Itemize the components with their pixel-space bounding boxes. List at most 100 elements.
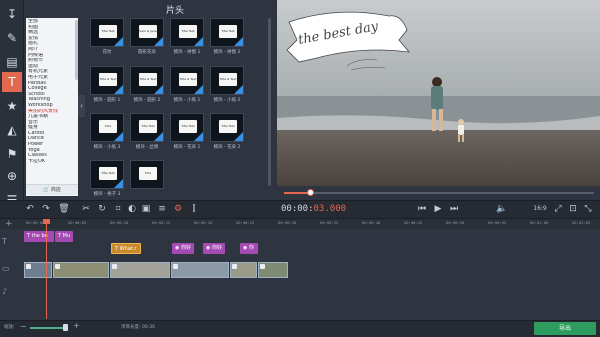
redo-icon[interactable]: ↷ [40, 203, 52, 215]
overlay-sticker-clip[interactable]: ◉ 你好 [172, 243, 194, 254]
title-thumbnail[interactable]: Title Text [90, 160, 124, 189]
titles-icon[interactable]: T [2, 72, 22, 92]
title-clip[interactable]: T Mu [55, 231, 73, 242]
seek-handle[interactable] [307, 189, 314, 196]
video-track-icon: ▭ [2, 264, 10, 273]
crop-icon[interactable]: ⌗ [112, 203, 124, 215]
video-clip[interactable] [171, 262, 229, 278]
title-thumbnail[interactable]: Title & Text [90, 66, 124, 95]
grid-scrollbar[interactable] [268, 18, 271, 186]
import-icon[interactable]: ↧ [2, 4, 22, 24]
category-scrollbar[interactable] [75, 20, 78, 80]
title-thumbnail[interactable]: Title Text [170, 18, 204, 47]
download-badge-icon [234, 132, 243, 141]
ruler-tick-label: 00:00:00 [26, 220, 45, 225]
overlay-title-clip[interactable]: T What.r [111, 243, 141, 254]
download-badge-icon [194, 132, 203, 141]
download-badge-icon [114, 179, 123, 188]
title-thumbnail[interactable]: Title & Text [130, 66, 164, 95]
playhead[interactable] [43, 219, 50, 319]
overlay-sticker-clip[interactable]: ◉ 你 [240, 243, 258, 254]
cut-icon[interactable]: ✂ [80, 203, 92, 215]
title-clip[interactable]: T the be [24, 231, 54, 242]
add-track-icon[interactable]: + [5, 219, 13, 229]
overlay-clip-label: What.r [119, 246, 137, 252]
ruler-tick-label: 00:00:05 [68, 220, 87, 225]
film-strip-icon[interactable]: ▤ [2, 52, 22, 72]
image-icon[interactable]: ▣ [140, 203, 152, 215]
cart-icon: 🛒 [43, 187, 51, 193]
title-thumbnail[interactable]: Title Text [170, 113, 204, 142]
ruler-tick-label: 00:00:20 [194, 220, 213, 225]
snapshot-icon[interactable]: ⊡ [567, 203, 579, 215]
zoom-slider-handle[interactable] [63, 324, 68, 331]
aspect-ratio-button[interactable]: 16:9 [532, 203, 548, 215]
video-clip[interactable] [258, 262, 288, 278]
video-clip[interactable] [110, 262, 170, 278]
title-track-icon: T [2, 237, 7, 246]
collapse-panel-button[interactable]: ‹ [78, 95, 85, 117]
title-thumbnail[interactable]: Title [130, 160, 164, 189]
detach-preview-icon[interactable]: ⤢ [552, 203, 564, 215]
volume-icon[interactable]: 🔈 [496, 203, 508, 215]
stickers-icon[interactable]: ★ [2, 96, 22, 116]
download-badge-icon [194, 85, 203, 94]
delete-icon[interactable]: 🗑 [58, 203, 70, 215]
audio-track-icon: ♪ [2, 287, 8, 296]
title-thumbnail[interactable]: Title & Text [170, 66, 204, 95]
video-preview: the best day [277, 0, 600, 186]
title-thumbnail[interactable]: Title Text [130, 113, 164, 142]
zoom-out-icon[interactable]: − [20, 322, 27, 331]
download-badge-icon [154, 85, 163, 94]
thumbnail-label: 模块 - 圆形 2 [133, 98, 161, 103]
download-badge-icon [114, 85, 123, 94]
previous-frame-icon[interactable]: ⏮ [416, 203, 428, 215]
overlay-sticker-clip[interactable]: ◉ 你好 [203, 243, 225, 254]
title-thumbnail[interactable]: Title Text [210, 18, 244, 47]
overlay-clip-label: 你好 [211, 245, 222, 251]
fullscreen-icon[interactable]: ⤡ [582, 203, 594, 215]
export-button[interactable]: 导出 [534, 322, 596, 335]
playhead-handle[interactable] [43, 219, 50, 224]
rotate-icon[interactable]: ↻ [96, 203, 108, 215]
title-thumbnail[interactable]: Title Text [90, 18, 124, 47]
timecode-value: 03.000 [313, 204, 347, 214]
color-adjust-icon[interactable]: ◐ [126, 203, 138, 215]
ruler-tick-label: 00:00:30 [278, 220, 297, 225]
title-thumbnail[interactable]: Sam & Jane [130, 18, 164, 47]
audio-properties-icon[interactable]: ≡ [156, 203, 168, 215]
title-thumbnail[interactable]: Title Text [210, 113, 244, 142]
preview-image: the best day [277, 0, 600, 186]
download-badge-icon [234, 85, 243, 94]
ruler-tick-label: 00:00:10 [110, 220, 129, 225]
shop-button[interactable]: 🛒 商店 [26, 184, 78, 195]
timeline-ruler[interactable]: 00:00:00 00:00:05 00:00:10 00:00:15 00:00:20… [0, 219, 600, 229]
transitions-icon[interactable]: ◭ [2, 120, 22, 140]
overlay-clip-label: 你 [248, 245, 254, 251]
zoom-icon[interactable]: ⊕ [2, 166, 22, 186]
undo-icon[interactable]: ↶ [24, 203, 36, 215]
category-item[interactable]: 卡拉OK [28, 159, 76, 165]
audio-meter-icon[interactable]: ⫿ [188, 203, 200, 215]
video-clip[interactable] [24, 262, 52, 278]
thumbnail-label: 模块 - 小纸 2 [213, 98, 241, 103]
next-frame-icon[interactable]: ⏭ [448, 203, 460, 215]
category-list[interactable]: 全部 构图 精选 爱情 婚礼 简介 问候语 购物节 运动 有机元素 电子元素 P… [26, 18, 78, 196]
thumbnail-label: 花纹 [102, 50, 112, 55]
clip-marker-icon [55, 264, 60, 269]
overlay-clip-label: 你好 [180, 245, 191, 251]
magic-wand-icon[interactable]: ✎ [2, 28, 22, 48]
video-clip[interactable] [53, 262, 109, 278]
thumbnail-label: 模块 - 拼图 2 [213, 50, 241, 55]
download-badge-icon [154, 132, 163, 141]
clip-marker-icon [112, 264, 117, 269]
title-thumbnail[interactable]: Title [90, 113, 124, 142]
zoom-in-icon[interactable]: + [73, 321, 80, 330]
settings-icon[interactable]: ⚙ [172, 203, 184, 215]
motion-icon[interactable]: ⚑ [2, 144, 22, 164]
seek-bar[interactable] [280, 188, 598, 198]
ruler-tick-label: 00:00:45 [404, 220, 423, 225]
play-icon[interactable]: ▶ [432, 203, 444, 215]
title-thumbnail[interactable]: Title & Text [210, 66, 244, 95]
video-clip[interactable] [230, 262, 257, 278]
